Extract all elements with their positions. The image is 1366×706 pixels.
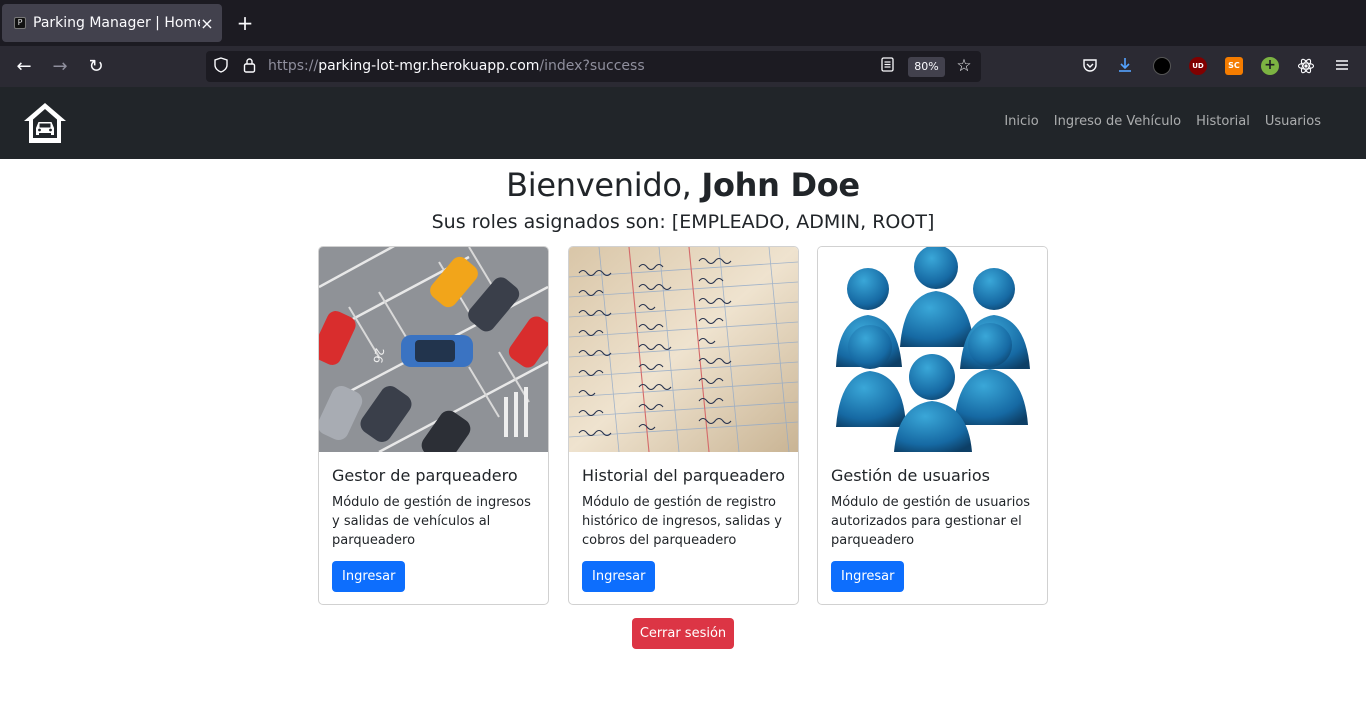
browser-tab[interactable]: P Parking Manager | Home × [2, 4, 222, 42]
card-gestor-parqueadero: 26 Gestor de parqueadero Módulo de gesti… [318, 246, 549, 605]
assigned-roles: Sus roles asignados son: [EMPLEADO, ADMI… [431, 211, 935, 233]
lock-icon[interactable] [240, 57, 258, 75]
card-title: Historial del parqueadero [582, 466, 785, 485]
svg-text:26: 26 [370, 347, 386, 364]
browser-toolbar: ← → ↻ https://parking-lot-mgr.herokuapp.… [0, 46, 1366, 87]
ledger-image [569, 247, 798, 452]
url-text[interactable]: https://parking-lot-mgr.herokuapp.com/in… [268, 58, 645, 74]
pocket-icon[interactable] [1081, 57, 1099, 75]
card-text: Módulo de gestión de ingresos y salidas … [332, 495, 531, 548]
favicon-icon: P [14, 17, 26, 29]
circle-extension-icon[interactable] [1153, 57, 1171, 75]
plus-extension-icon[interactable]: + [1261, 57, 1279, 75]
parking-lot-image: 26 [319, 247, 548, 452]
url-host: parking-lot-mgr.herokuapp.com [318, 58, 540, 74]
ublock-icon[interactable]: UD [1189, 57, 1207, 75]
react-devtools-icon[interactable] [1297, 57, 1315, 75]
nav-link-ingreso-vehiculo[interactable]: Ingreso de Vehículo [1054, 114, 1181, 129]
reader-view-icon[interactable] [878, 57, 896, 75]
card-historial-parqueadero: Historial del parqueadero Módulo de gest… [568, 246, 799, 605]
nav-links: Inicio Ingreso de Vehículo Historial Usu… [1004, 114, 1321, 129]
card-gestion-usuarios: Gestión de usuarios Módulo de gestión de… [817, 246, 1048, 605]
sc-extension-icon[interactable]: SC [1225, 57, 1243, 75]
ingresar-historial-button[interactable]: Ingresar [582, 561, 656, 592]
card-text: Módulo de gestión de registro histórico … [582, 495, 782, 548]
card-title: Gestión de usuarios [831, 466, 990, 485]
app-navbar: Inicio Ingreso de Vehículo Historial Usu… [0, 87, 1366, 159]
welcome-heading: Bienvenido, John Doe [0, 166, 1366, 204]
back-button[interactable]: ← [12, 55, 36, 79]
tab-close-icon[interactable]: × [200, 14, 214, 33]
ingresar-usuarios-button[interactable]: Ingresar [831, 561, 905, 592]
bookmark-star-icon[interactable]: ☆ [955, 57, 973, 75]
nav-link-usuarios[interactable]: Usuarios [1265, 114, 1321, 129]
card-text: Módulo de gestión de usuarios autorizado… [831, 495, 1031, 548]
reload-button[interactable]: ↻ [84, 55, 108, 79]
forward-button[interactable]: → [48, 55, 72, 79]
welcome-greeting: Bienvenido, [506, 166, 692, 204]
user-name: John Doe [701, 166, 860, 204]
shield-icon[interactable] [212, 57, 230, 75]
ingresar-gestor-button[interactable]: Ingresar [332, 561, 406, 592]
url-path: /index?success [539, 58, 645, 74]
url-scheme: https:// [268, 58, 319, 74]
nav-link-inicio[interactable]: Inicio [1004, 114, 1038, 129]
garage-logo-icon[interactable] [22, 101, 68, 145]
browser-tab-bar: P Parking Manager | Home × + [0, 0, 1366, 46]
card-title: Gestor de parqueadero [332, 466, 518, 485]
tab-title: Parking Manager | Home [33, 15, 200, 31]
new-tab-button[interactable]: + [234, 12, 256, 34]
zoom-indicator[interactable]: 80% [908, 57, 945, 77]
logout-button[interactable]: Cerrar sesión [632, 618, 734, 649]
menu-icon[interactable] [1333, 57, 1351, 75]
download-icon[interactable] [1116, 57, 1134, 75]
nav-link-historial[interactable]: Historial [1196, 114, 1250, 129]
users-group-image [818, 247, 1047, 452]
url-bar[interactable]: https://parking-lot-mgr.herokuapp.com/in… [206, 51, 981, 82]
